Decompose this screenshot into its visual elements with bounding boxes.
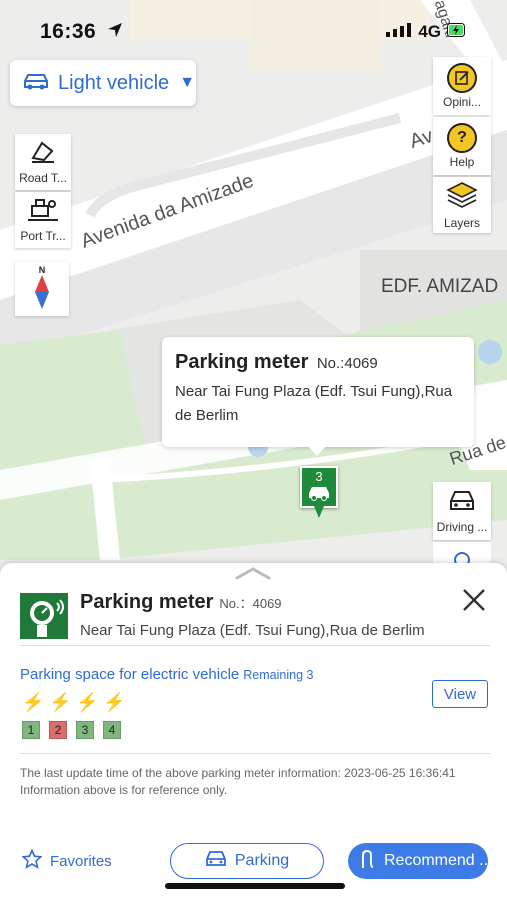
- status-indicators: 4G: [386, 22, 467, 42]
- help-label: Help: [449, 155, 475, 169]
- help-button[interactable]: ? Help: [433, 117, 491, 175]
- lightning-icon: ⚡: [22, 692, 45, 712]
- sheet-handle-chevron-up-icon[interactable]: [233, 566, 273, 580]
- locate-icon: [452, 550, 472, 564]
- ev-car-icon: [306, 487, 332, 506]
- recommend-label: Recommend ...: [384, 852, 488, 869]
- ev-title-text: Parking space for electric vehicle: [20, 666, 240, 683]
- parking-meter-popup[interactable]: Parking meter No.:4069 Near Tai Fung Pla…: [162, 337, 474, 447]
- divider: [20, 753, 490, 754]
- charger-slot: 1: [22, 721, 40, 739]
- compass-icon: [34, 274, 50, 314]
- signal-icon: [386, 22, 412, 42]
- marker-count: 3: [315, 469, 323, 484]
- map-building-label: EDF. AMIZAD: [381, 276, 499, 297]
- reference-text: Information above is for reference only.: [20, 783, 228, 797]
- route-icon: [360, 849, 376, 874]
- star-icon: [21, 848, 43, 873]
- charger-slot: 3: [76, 721, 94, 739]
- edit-icon: [447, 63, 477, 93]
- status-time: 16:36: [40, 20, 123, 44]
- divider: [20, 645, 490, 646]
- update-time-text: The last update time of the above parkin…: [20, 766, 456, 780]
- driving-button[interactable]: Driving ...: [433, 482, 491, 540]
- opinion-button[interactable]: Opini...: [433, 57, 491, 115]
- lightning-icon: ⚡: [49, 692, 72, 712]
- road-traffic-button[interactable]: Road T...: [15, 134, 71, 190]
- parking-meter-icon: [20, 593, 68, 639]
- popup-title: Parking meter: [175, 351, 309, 373]
- info-text: The last update time of the above parkin…: [20, 765, 490, 799]
- parking-button[interactable]: Parking: [170, 843, 324, 879]
- location-arrow-icon: [107, 20, 123, 44]
- layers-label: Layers: [443, 215, 481, 230]
- charger-bolts: ⚡ ⚡ ⚡ ⚡: [22, 692, 126, 713]
- sheet-number: No.：4069: [219, 596, 282, 611]
- favorites-button[interactable]: Favorites: [21, 848, 112, 873]
- sheet-title: Parking meter No.：4069: [80, 591, 282, 614]
- locate-button[interactable]: [433, 542, 491, 564]
- driving-label: Driving ...: [436, 519, 488, 534]
- sheet-address: Near Tai Fung Plaza (Edf. Tsui Fung),Rua…: [80, 622, 425, 639]
- parking-label: Parking: [234, 852, 290, 869]
- road-traffic-label: Road T...: [19, 170, 67, 185]
- car-front-icon: [447, 489, 477, 518]
- status-time-text: 16:36: [40, 20, 97, 43]
- compass-button[interactable]: N: [15, 262, 69, 316]
- network-label: 4G: [418, 22, 441, 41]
- port-traffic-label: Port Tr...: [20, 228, 66, 243]
- recommend-button[interactable]: Recommend ...: [348, 843, 488, 879]
- ev-remaining: Remaining 3: [243, 668, 314, 682]
- ev-section-title: Parking space for electric vehicle Remain…: [20, 666, 313, 683]
- battery-icon: [447, 22, 467, 42]
- vehicle-type-selector[interactable]: Light vehicle ▼: [10, 60, 196, 106]
- popup-address: Near Tai Fung Plaza (Edf. Tsui Fung),Rua…: [175, 383, 453, 424]
- lightning-icon: ⚡: [103, 692, 126, 712]
- port-traffic-button[interactable]: Port Tr...: [15, 192, 71, 248]
- favorites-label: Favorites: [50, 852, 112, 870]
- compass-n-label: N: [38, 264, 46, 275]
- car-icon: [22, 72, 50, 95]
- charger-slot: 4: [103, 721, 121, 739]
- close-icon[interactable]: [460, 586, 488, 614]
- sheet-title-text: Parking meter: [80, 591, 214, 613]
- popup-pointer: [308, 446, 326, 456]
- help-icon: ?: [447, 123, 477, 153]
- parking-meter-marker[interactable]: 3: [300, 466, 338, 508]
- charger-slot: 2: [49, 721, 67, 739]
- opinion-label: Opini...: [442, 95, 481, 109]
- road-traffic-icon: [30, 140, 56, 169]
- layers-icon: [446, 181, 478, 214]
- vehicle-type-label: Light vehicle: [58, 71, 170, 94]
- car-icon: [205, 850, 227, 873]
- charger-slots: 1 2 3 4: [22, 721, 121, 739]
- layers-button[interactable]: Layers: [433, 177, 491, 233]
- view-button[interactable]: View: [432, 680, 488, 708]
- home-indicator[interactable]: [165, 883, 345, 889]
- caret-down-icon: ▼: [179, 74, 196, 91]
- port-traffic-icon: [28, 198, 58, 227]
- popup-number: No.:4069: [316, 355, 378, 372]
- lightning-icon: ⚡: [76, 692, 99, 712]
